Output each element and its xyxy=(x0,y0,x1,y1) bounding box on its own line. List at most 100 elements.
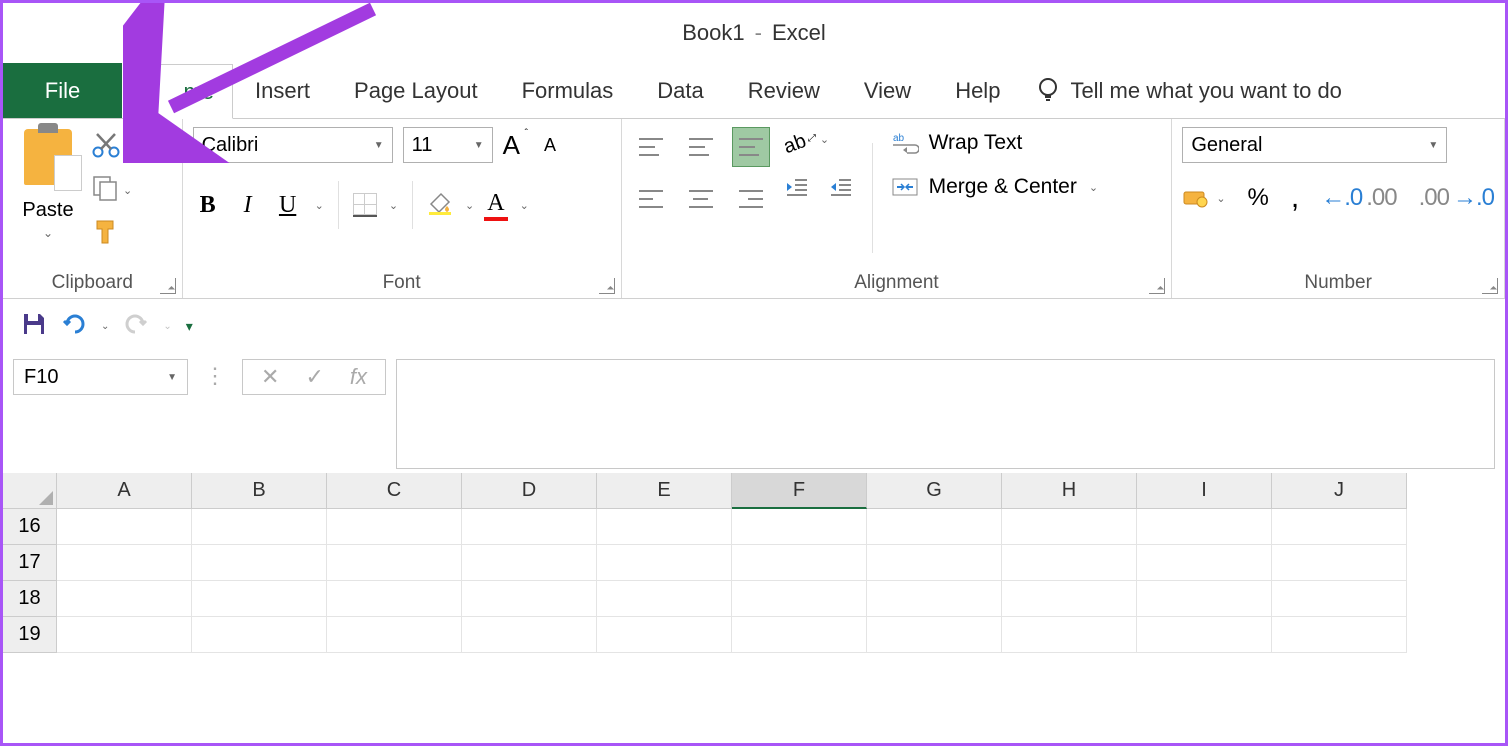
cell-A16[interactable] xyxy=(57,509,192,545)
cell-I19[interactable] xyxy=(1137,617,1272,653)
cell-J18[interactable] xyxy=(1272,581,1407,617)
align-right-button[interactable] xyxy=(732,179,770,219)
undo-dropdown-icon[interactable]: ⌄ xyxy=(101,321,109,332)
column-header-D[interactable]: D xyxy=(462,473,597,509)
borders-dropdown-icon[interactable]: ⌄ xyxy=(389,199,398,212)
tab-help[interactable]: Help xyxy=(933,63,1022,118)
tab-file[interactable]: File xyxy=(3,63,123,118)
increase-font-button[interactable]: Aˆ xyxy=(503,130,520,161)
cell-H18[interactable] xyxy=(1002,581,1137,617)
format-painter-button[interactable] xyxy=(91,217,132,250)
cell-I16[interactable] xyxy=(1137,509,1272,545)
formula-bar-handle[interactable]: ⋮ xyxy=(198,359,232,393)
cell-G17[interactable] xyxy=(867,545,1002,581)
tab-formulas[interactable]: Formulas xyxy=(500,63,636,118)
increase-decimal-button[interactable]: ←.0.00 xyxy=(1321,186,1396,210)
align-center-button[interactable] xyxy=(682,179,720,219)
font-launcher[interactable] xyxy=(599,278,615,294)
cell-B18[interactable] xyxy=(192,581,327,617)
enter-icon[interactable]: ✓ xyxy=(305,364,323,390)
borders-button[interactable] xyxy=(353,193,377,217)
cell-F19[interactable] xyxy=(732,617,867,653)
column-header-B[interactable]: B xyxy=(192,473,327,509)
cell-I18[interactable] xyxy=(1137,581,1272,617)
alignment-launcher[interactable] xyxy=(1149,278,1165,294)
fill-dropdown-icon[interactable]: ⌄ xyxy=(465,199,474,212)
cell-H17[interactable] xyxy=(1002,545,1137,581)
cell-G19[interactable] xyxy=(867,617,1002,653)
cut-button[interactable] xyxy=(91,131,132,164)
orientation-button[interactable]: ab⤢⌄ xyxy=(784,133,854,156)
cell-E16[interactable] xyxy=(597,509,732,545)
clipboard-launcher[interactable] xyxy=(160,278,176,294)
cell-E19[interactable] xyxy=(597,617,732,653)
cell-C17[interactable] xyxy=(327,545,462,581)
cell-D16[interactable] xyxy=(462,509,597,545)
wrap-text-button[interactable]: ab Wrap Text xyxy=(891,131,1098,155)
decrease-decimal-button[interactable]: .00→.0 xyxy=(1419,186,1494,210)
row-header-18[interactable]: 18 xyxy=(3,581,57,617)
save-button[interactable] xyxy=(21,311,47,342)
accounting-format-button[interactable]: ⌄ xyxy=(1182,186,1225,210)
row-header-16[interactable]: 16 xyxy=(3,509,57,545)
tell-me-search[interactable]: Tell me what you want to do xyxy=(1022,63,1341,118)
select-all-corner[interactable] xyxy=(3,473,57,509)
number-format-combo[interactable]: General▼ xyxy=(1182,127,1447,163)
tab-review[interactable]: Review xyxy=(726,63,842,118)
number-launcher[interactable] xyxy=(1482,278,1498,294)
decrease-font-button[interactable]: A xyxy=(544,135,556,156)
cell-C16[interactable] xyxy=(327,509,462,545)
column-header-I[interactable]: I xyxy=(1137,473,1272,509)
tab-insert[interactable]: Insert xyxy=(233,63,332,118)
cell-G18[interactable] xyxy=(867,581,1002,617)
align-left-button[interactable] xyxy=(632,179,670,219)
name-box[interactable]: F10▼ xyxy=(13,359,188,395)
font-color-button[interactable]: A xyxy=(484,190,507,221)
fill-color-button[interactable] xyxy=(427,190,453,221)
cell-D19[interactable] xyxy=(462,617,597,653)
cell-A19[interactable] xyxy=(57,617,192,653)
tab-data[interactable]: Data xyxy=(635,63,725,118)
cell-F17[interactable] xyxy=(732,545,867,581)
underline-dropdown-icon[interactable]: ⌄ xyxy=(315,199,324,212)
tab-view[interactable]: View xyxy=(842,63,933,118)
align-top-button[interactable] xyxy=(632,127,670,167)
cell-F16[interactable] xyxy=(732,509,867,545)
merge-center-button[interactable]: Merge & Center ⌄ xyxy=(891,175,1098,199)
cell-E17[interactable] xyxy=(597,545,732,581)
cell-H19[interactable] xyxy=(1002,617,1137,653)
column-header-E[interactable]: E xyxy=(597,473,732,509)
column-header-J[interactable]: J xyxy=(1272,473,1407,509)
cell-A18[interactable] xyxy=(57,581,192,617)
cell-C18[interactable] xyxy=(327,581,462,617)
font-name-combo[interactable]: Calibri▼ xyxy=(193,127,393,163)
cancel-icon[interactable]: ✕ xyxy=(261,364,279,390)
cell-J16[interactable] xyxy=(1272,509,1407,545)
cell-I17[interactable] xyxy=(1137,545,1272,581)
column-header-C[interactable]: C xyxy=(327,473,462,509)
copy-dropdown-icon[interactable]: ⌄ xyxy=(123,184,132,197)
tab-home[interactable]: me xyxy=(123,64,233,119)
tab-page-layout[interactable]: Page Layout xyxy=(332,63,500,118)
italic-button[interactable]: I xyxy=(233,192,263,219)
fx-icon[interactable]: fx xyxy=(350,364,367,390)
row-header-17[interactable]: 17 xyxy=(3,545,57,581)
undo-button[interactable] xyxy=(61,311,87,342)
cell-G16[interactable] xyxy=(867,509,1002,545)
copy-button[interactable]: ⌄ xyxy=(91,174,132,207)
cell-D17[interactable] xyxy=(462,545,597,581)
cell-A17[interactable] xyxy=(57,545,192,581)
redo-button[interactable] xyxy=(123,311,149,342)
underline-button[interactable]: U xyxy=(273,192,303,219)
column-header-H[interactable]: H xyxy=(1002,473,1137,509)
bold-button[interactable]: B xyxy=(193,192,223,219)
font-color-dropdown-icon[interactable]: ⌄ xyxy=(520,199,529,212)
cell-C19[interactable] xyxy=(327,617,462,653)
percent-button[interactable]: % xyxy=(1248,184,1269,212)
paste-button[interactable]: Paste ⌄ xyxy=(13,127,83,240)
column-header-F[interactable]: F xyxy=(732,473,867,509)
decrease-indent-button[interactable] xyxy=(784,176,810,203)
align-middle-button[interactable] xyxy=(682,127,720,167)
align-bottom-button[interactable] xyxy=(732,127,770,167)
cell-F18[interactable] xyxy=(732,581,867,617)
